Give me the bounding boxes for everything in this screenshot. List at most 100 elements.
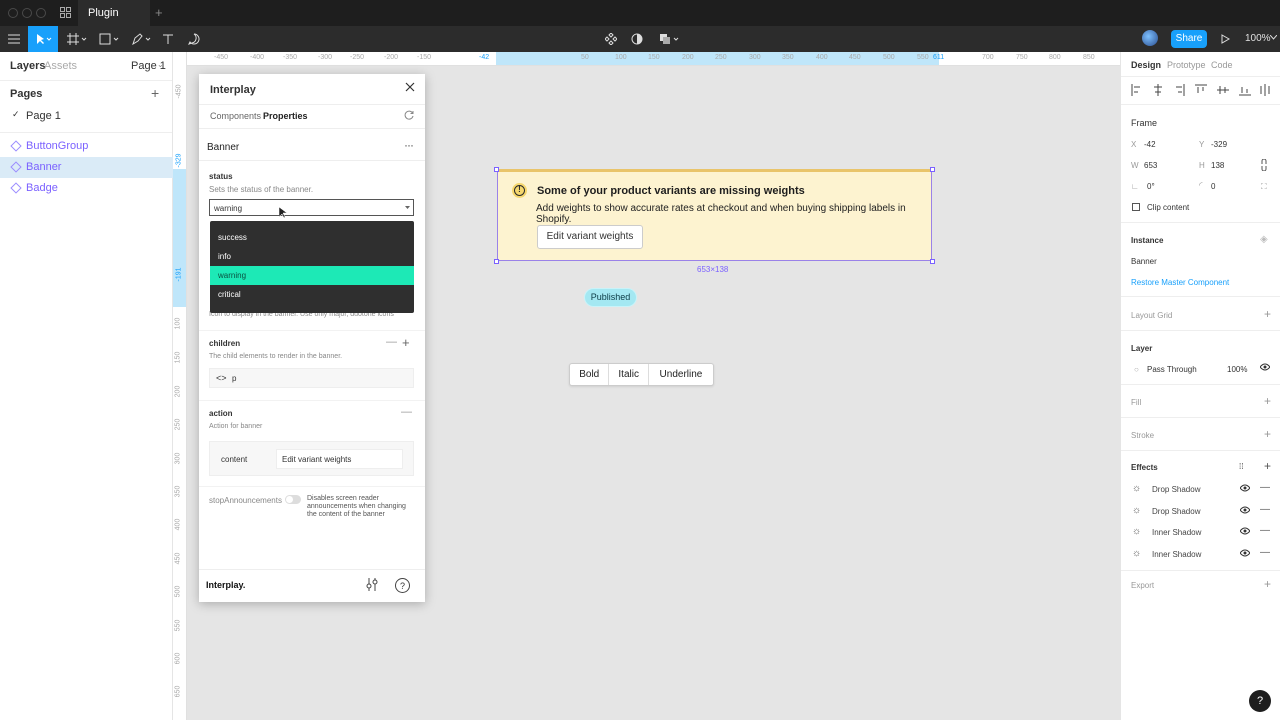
effect-type[interactable]: Inner Shadow bbox=[1152, 528, 1201, 537]
resize-handle[interactable] bbox=[930, 259, 935, 264]
help-button[interactable]: ? bbox=[1249, 690, 1271, 712]
remove-effect-icon[interactable]: — bbox=[1260, 525, 1270, 536]
tab-prototype[interactable]: Prototype bbox=[1167, 60, 1206, 70]
visibility-eye-icon[interactable] bbox=[1240, 506, 1250, 514]
h-input[interactable]: 138 bbox=[1211, 161, 1224, 170]
sun-icon[interactable]: ☼ bbox=[1132, 526, 1141, 537]
layer-item-banner[interactable]: Banner bbox=[0, 157, 173, 178]
status-select[interactable]: warning bbox=[209, 199, 414, 216]
add-layout-grid-icon[interactable]: + bbox=[1264, 307, 1271, 321]
published-badge[interactable]: Published bbox=[585, 289, 636, 306]
tab-properties[interactable]: Properties bbox=[263, 111, 308, 121]
close-window-button[interactable] bbox=[8, 8, 18, 18]
independent-corners-icon[interactable]: ⛶ bbox=[1261, 182, 1267, 192]
effect-row[interactable]: ☼ Inner Shadow — bbox=[1131, 547, 1271, 564]
shape-tool-icon[interactable] bbox=[96, 26, 122, 52]
resize-handle[interactable] bbox=[494, 167, 499, 172]
resize-handle[interactable] bbox=[930, 167, 935, 172]
frame-label[interactable]: Frame bbox=[1131, 118, 1157, 128]
new-tab-icon[interactable]: + bbox=[155, 5, 163, 20]
close-icon[interactable] bbox=[405, 82, 415, 92]
edit-variant-weights-button[interactable]: Edit variant weights bbox=[537, 225, 643, 249]
visibility-eye-icon[interactable] bbox=[1240, 549, 1250, 557]
underline-button[interactable]: Underline bbox=[649, 364, 713, 385]
page-item-page-1[interactable]: Page 1 bbox=[26, 110, 61, 122]
blend-mode-select[interactable]: Pass Through bbox=[1147, 365, 1197, 374]
effect-row[interactable]: ☼ Drop Shadow — bbox=[1131, 504, 1271, 521]
component-icon[interactable] bbox=[603, 26, 619, 52]
tab-components[interactable]: Components bbox=[210, 111, 261, 121]
pen-tool-icon[interactable] bbox=[128, 26, 154, 52]
w-input[interactable]: 653 bbox=[1144, 161, 1157, 170]
minus-icon[interactable]: — bbox=[401, 406, 412, 418]
layer-item-buttongroup[interactable]: ButtonGroup bbox=[0, 136, 173, 157]
stop-announcements-toggle[interactable] bbox=[285, 495, 301, 504]
content-input[interactable]: Edit variant weights bbox=[276, 449, 403, 469]
visibility-eye-icon[interactable] bbox=[1260, 363, 1270, 371]
settings-sliders-icon[interactable] bbox=[366, 578, 378, 591]
tab-assets[interactable]: Assets bbox=[44, 60, 77, 72]
add-fill-icon[interactable]: + bbox=[1264, 394, 1271, 408]
sun-icon[interactable]: ☼ bbox=[1132, 548, 1141, 559]
sun-icon[interactable]: ☼ bbox=[1132, 483, 1141, 494]
option-success[interactable]: success bbox=[210, 228, 414, 247]
option-critical[interactable]: critical bbox=[210, 285, 414, 304]
sun-icon[interactable]: ☼ bbox=[1132, 505, 1141, 516]
children-field[interactable]: <> p bbox=[209, 368, 414, 388]
add-stroke-icon[interactable]: + bbox=[1264, 427, 1271, 441]
go-to-master-icon[interactable]: ◈ bbox=[1260, 234, 1268, 245]
clip-content-checkbox[interactable] bbox=[1132, 203, 1140, 211]
x-input[interactable]: -42 bbox=[1144, 140, 1156, 149]
opacity-input[interactable]: 100% bbox=[1227, 365, 1247, 374]
add-page-icon[interactable]: + bbox=[151, 85, 159, 101]
remove-effect-icon[interactable]: — bbox=[1260, 504, 1270, 515]
boolean-icon[interactable] bbox=[656, 26, 682, 52]
minus-icon[interactable]: — bbox=[386, 336, 397, 348]
help-icon[interactable]: ? bbox=[395, 578, 410, 593]
plus-icon[interactable]: + bbox=[402, 335, 410, 350]
constrain-proportions-icon[interactable] bbox=[1260, 159, 1268, 171]
effect-row[interactable]: ☼ Inner Shadow — bbox=[1131, 525, 1271, 542]
visibility-eye-icon[interactable] bbox=[1240, 484, 1250, 492]
tab-layers[interactable]: Layers bbox=[10, 60, 45, 72]
tab-code[interactable]: Code bbox=[1211, 60, 1233, 70]
option-info[interactable]: info bbox=[210, 247, 414, 266]
maximize-window-button[interactable] bbox=[36, 8, 46, 18]
effect-styles-icon[interactable]: ⁞⁞ bbox=[1239, 462, 1243, 471]
effect-type[interactable]: Inner Shadow bbox=[1152, 550, 1201, 559]
radius-input[interactable]: 0 bbox=[1211, 182, 1215, 191]
effect-type[interactable]: Drop Shadow bbox=[1152, 507, 1200, 516]
frame-tool-icon[interactable] bbox=[64, 26, 90, 52]
add-effect-icon[interactable]: + bbox=[1264, 459, 1271, 473]
resize-handle[interactable] bbox=[494, 259, 499, 264]
italic-button[interactable]: Italic bbox=[609, 364, 649, 385]
option-warning[interactable]: warning bbox=[210, 266, 414, 285]
visibility-eye-icon[interactable] bbox=[1240, 527, 1250, 535]
y-input[interactable]: -329 bbox=[1211, 140, 1227, 149]
chevron-down-icon[interactable]: ⌄ bbox=[157, 60, 164, 69]
tab-plugin-demo[interactable]: Plugin Demo bbox=[78, 0, 150, 45]
banner-frame[interactable]: ! Some of your product variants are miss… bbox=[494, 167, 935, 264]
share-button[interactable]: Share bbox=[1171, 30, 1207, 48]
effect-row[interactable]: ☼ Drop Shadow — bbox=[1131, 482, 1271, 499]
grid-icon[interactable] bbox=[60, 7, 71, 18]
chevron-down-icon[interactable] bbox=[1270, 35, 1277, 40]
refresh-icon[interactable] bbox=[404, 110, 414, 120]
mask-icon[interactable] bbox=[629, 26, 645, 52]
bold-button[interactable]: Bold bbox=[570, 364, 610, 385]
comment-tool-icon[interactable] bbox=[186, 26, 202, 52]
remove-effect-icon[interactable]: — bbox=[1260, 547, 1270, 558]
remove-effect-icon[interactable]: — bbox=[1260, 482, 1270, 493]
zoom-level[interactable]: 100% bbox=[1245, 26, 1271, 52]
rotation-input[interactable]: 0° bbox=[1147, 182, 1155, 191]
tab-design[interactable]: Design bbox=[1131, 60, 1161, 70]
move-tool-button[interactable] bbox=[28, 26, 58, 52]
more-options-icon[interactable]: ··· bbox=[404, 138, 414, 152]
add-export-icon[interactable]: + bbox=[1264, 577, 1271, 591]
text-tool-icon[interactable] bbox=[160, 26, 176, 52]
avatar[interactable] bbox=[1142, 30, 1158, 46]
minimize-window-button[interactable] bbox=[22, 8, 32, 18]
instance-name[interactable]: Banner bbox=[1131, 257, 1157, 266]
effect-type[interactable]: Drop Shadow bbox=[1152, 485, 1200, 494]
restore-master-link[interactable]: Restore Master Component bbox=[1131, 278, 1229, 287]
